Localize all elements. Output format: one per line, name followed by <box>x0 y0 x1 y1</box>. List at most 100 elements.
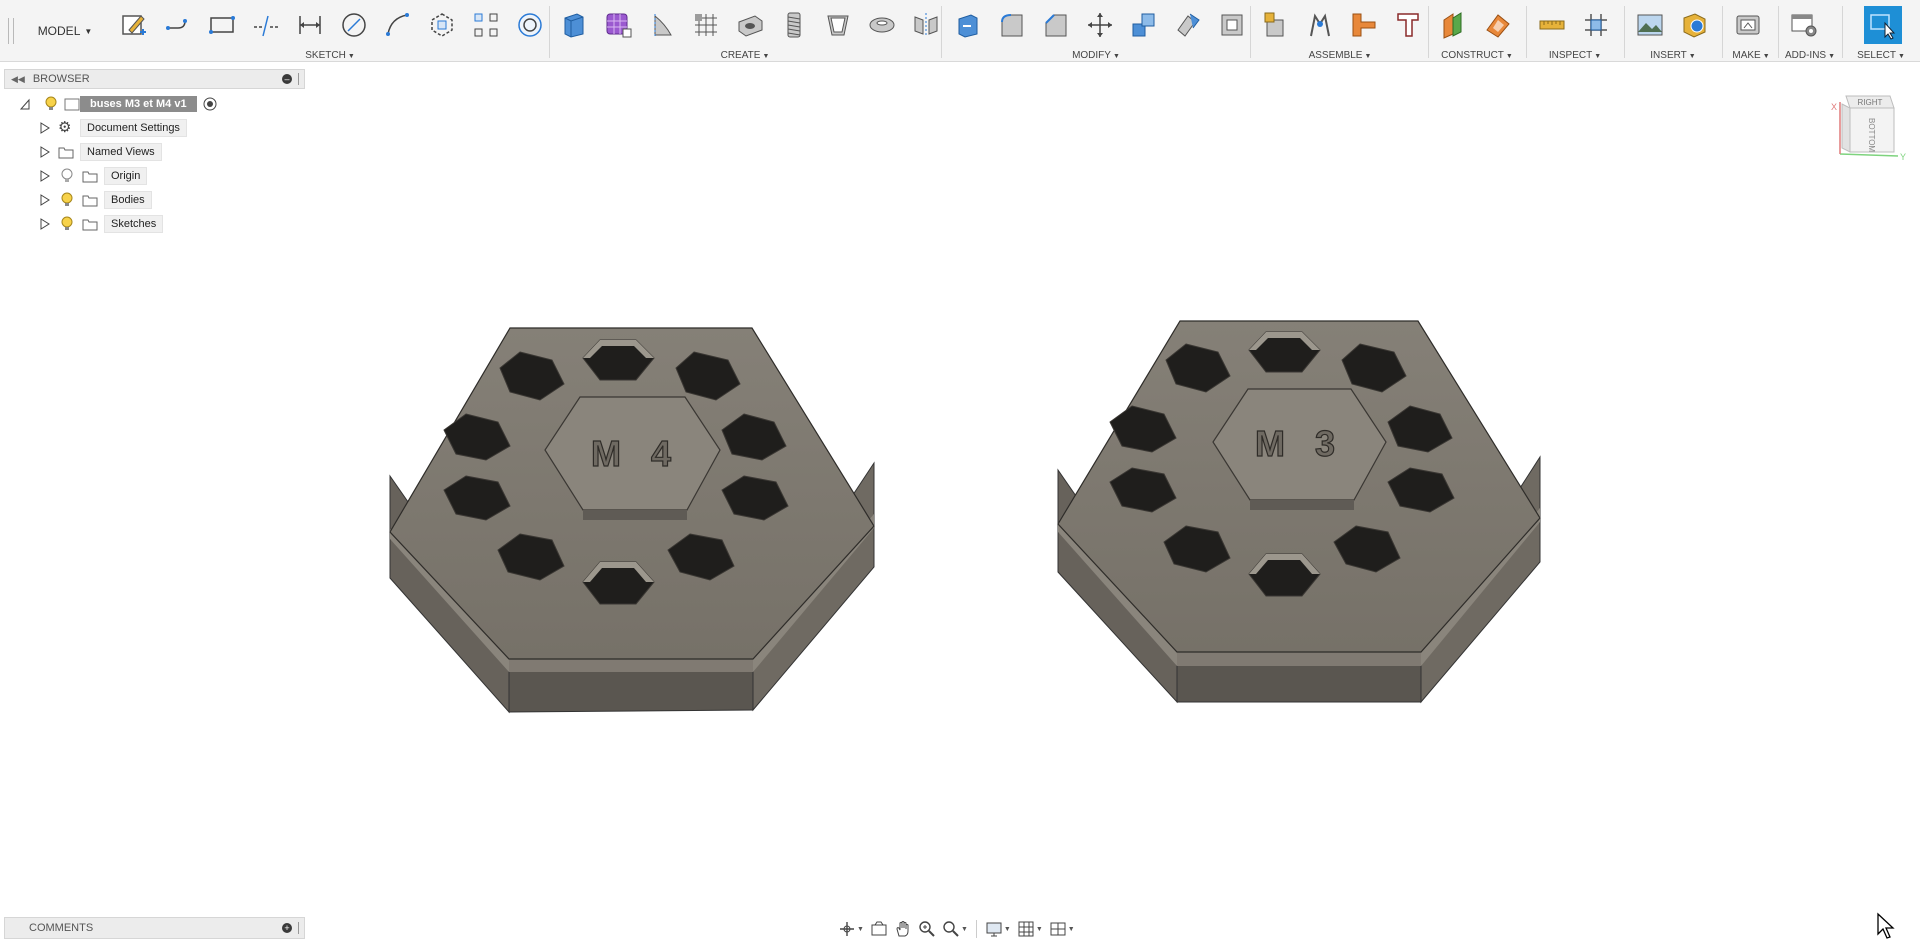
mouse-cursor-icon <box>1877 912 1895 939</box>
dimension-icon <box>299 16 321 34</box>
create-sketch-button[interactable] <box>112 5 156 45</box>
trim-icon <box>254 15 278 37</box>
orbit-button[interactable]: ▼ <box>836 918 866 940</box>
view-cube[interactable]: RIGHT BOTTOM X Y <box>1828 88 1908 168</box>
measure-button[interactable] <box>1530 5 1574 45</box>
new-component-icon <box>1264 12 1284 37</box>
canvas-button[interactable] <box>1628 5 1672 45</box>
tree-row-bodies[interactable]: Bodies <box>4 188 305 212</box>
collapsed-triangle-icon[interactable] <box>40 218 50 230</box>
trim-button[interactable] <box>244 5 288 45</box>
hex-nozzle-holder-m4[interactable]: M 4 <box>389 327 875 714</box>
collapse-left-icon[interactable]: ◀◀ <box>11 74 25 85</box>
zoom-window-button[interactable]: ▼ <box>940 918 970 940</box>
press-pull-button[interactable] <box>946 5 990 45</box>
lightbulb-icon[interactable] <box>60 192 74 208</box>
measure-icon <box>1539 20 1565 30</box>
inspect-menu[interactable]: INSPECT ▼ <box>1530 50 1620 61</box>
align-button[interactable] <box>1122 5 1166 45</box>
collapsed-triangle-icon[interactable] <box>40 194 50 206</box>
offset-button[interactable] <box>508 5 552 45</box>
tree-row-sketches[interactable]: Sketches <box>4 212 305 236</box>
minimize-icon[interactable]: – <box>282 74 292 84</box>
thread-icon <box>787 12 801 38</box>
move-icon <box>1088 13 1112 37</box>
box-button[interactable] <box>860 5 904 45</box>
lightbulb-icon[interactable] <box>44 96 58 112</box>
collapsed-triangle-icon[interactable] <box>40 170 50 182</box>
sketch-menu[interactable]: SKETCH ▼ <box>112 50 548 61</box>
form-button[interactable] <box>596 5 640 45</box>
line-button[interactable] <box>156 5 200 45</box>
dimension-button[interactable] <box>288 5 332 45</box>
sketch-pattern-button[interactable] <box>464 5 508 45</box>
component-icon <box>64 98 80 110</box>
collapsed-triangle-icon[interactable] <box>40 122 50 134</box>
zoom-button[interactable] <box>916 918 938 940</box>
folder-icon <box>82 195 98 206</box>
addins-menu[interactable]: ADD-INS ▼ <box>1782 50 1838 61</box>
collapsed-triangle-icon[interactable] <box>40 146 50 158</box>
toolbar-grip[interactable] <box>8 18 14 44</box>
scale-button[interactable] <box>1210 5 1254 45</box>
panel-pin-icon[interactable] <box>298 922 300 934</box>
extrude-button[interactable] <box>552 5 596 45</box>
chevron-down-icon: ▼ <box>1828 53 1836 60</box>
chamfer-button[interactable] <box>1034 5 1078 45</box>
section-analysis-button[interactable] <box>1574 5 1618 45</box>
hex-nozzle-holder-m3[interactable]: M 3 <box>1057 320 1541 704</box>
scripts-addins-button[interactable] <box>1782 5 1826 45</box>
add-comment-icon[interactable]: + <box>282 923 292 933</box>
torus-icon <box>869 17 895 33</box>
3d-print-button[interactable] <box>1726 5 1770 45</box>
circle-icon <box>342 13 366 37</box>
workspace-switcher[interactable]: MODEL ▼ <box>24 0 106 62</box>
assemble-menu[interactable]: ASSEMBLE ▼ <box>1254 50 1426 61</box>
offset-plane-button[interactable] <box>1432 5 1476 45</box>
activate-radio-icon[interactable] <box>203 97 217 111</box>
lightbulb-off-icon[interactable] <box>60 168 74 184</box>
tree-row-origin[interactable]: Origin <box>4 164 305 188</box>
as-built-joint-button[interactable] <box>1342 5 1386 45</box>
tree-row-named-views[interactable]: Named Views <box>4 140 305 164</box>
comments-panel[interactable]: COMMENTS + <box>4 917 305 939</box>
construct-menu[interactable]: CONSTRUCT ▼ <box>1432 50 1522 61</box>
new-component-button[interactable] <box>1254 5 1298 45</box>
viewports-button[interactable]: ▼ <box>1047 918 1077 940</box>
make-menu[interactable]: MAKE ▼ <box>1726 50 1776 61</box>
plane-at-angle-button[interactable] <box>1476 5 1520 45</box>
pan-button[interactable] <box>892 918 914 940</box>
split-body-button[interactable] <box>1166 5 1210 45</box>
modify-menu[interactable]: MODIFY ▼ <box>946 50 1246 61</box>
shell-button[interactable] <box>816 5 860 45</box>
grid-settings-button[interactable]: ▼ <box>1015 918 1045 940</box>
insert-mesh-button[interactable] <box>1672 5 1716 45</box>
arc-button[interactable] <box>376 5 420 45</box>
look-at-button[interactable] <box>868 918 890 940</box>
rectangle-button[interactable] <box>200 5 244 45</box>
select-button[interactable] <box>1864 6 1902 44</box>
chevron-down-icon: ▼ <box>1364 53 1372 60</box>
tree-row-document-settings[interactable]: ⚙ Document Settings <box>4 116 305 140</box>
rigid-group-button[interactable] <box>1386 5 1430 45</box>
pattern-button[interactable] <box>684 5 728 45</box>
fillet-button[interactable] <box>990 5 1034 45</box>
toolbar-divider <box>1778 6 1779 58</box>
circle-button[interactable] <box>332 5 376 45</box>
shell-icon <box>827 15 849 36</box>
create-menu[interactable]: CREATE ▼ <box>552 50 938 61</box>
comments-title: COMMENTS <box>29 922 94 934</box>
polygon-button[interactable] <box>420 5 464 45</box>
insert-menu[interactable]: INSERT ▼ <box>1628 50 1718 61</box>
hole-button[interactable] <box>728 5 772 45</box>
expanded-triangle-icon[interactable] <box>20 98 30 110</box>
revolve-button[interactable] <box>640 5 684 45</box>
lightbulb-icon[interactable] <box>60 216 74 232</box>
thread-button[interactable] <box>772 5 816 45</box>
panel-pin-icon[interactable] <box>298 73 300 85</box>
move-button[interactable] <box>1078 5 1122 45</box>
display-settings-button[interactable]: ▼ <box>983 918 1013 940</box>
joint-button[interactable] <box>1298 5 1342 45</box>
tree-row-root[interactable]: buses M3 et M4 v1 <box>4 92 305 116</box>
select-menu[interactable]: SELECT ▼ <box>1846 50 1916 61</box>
